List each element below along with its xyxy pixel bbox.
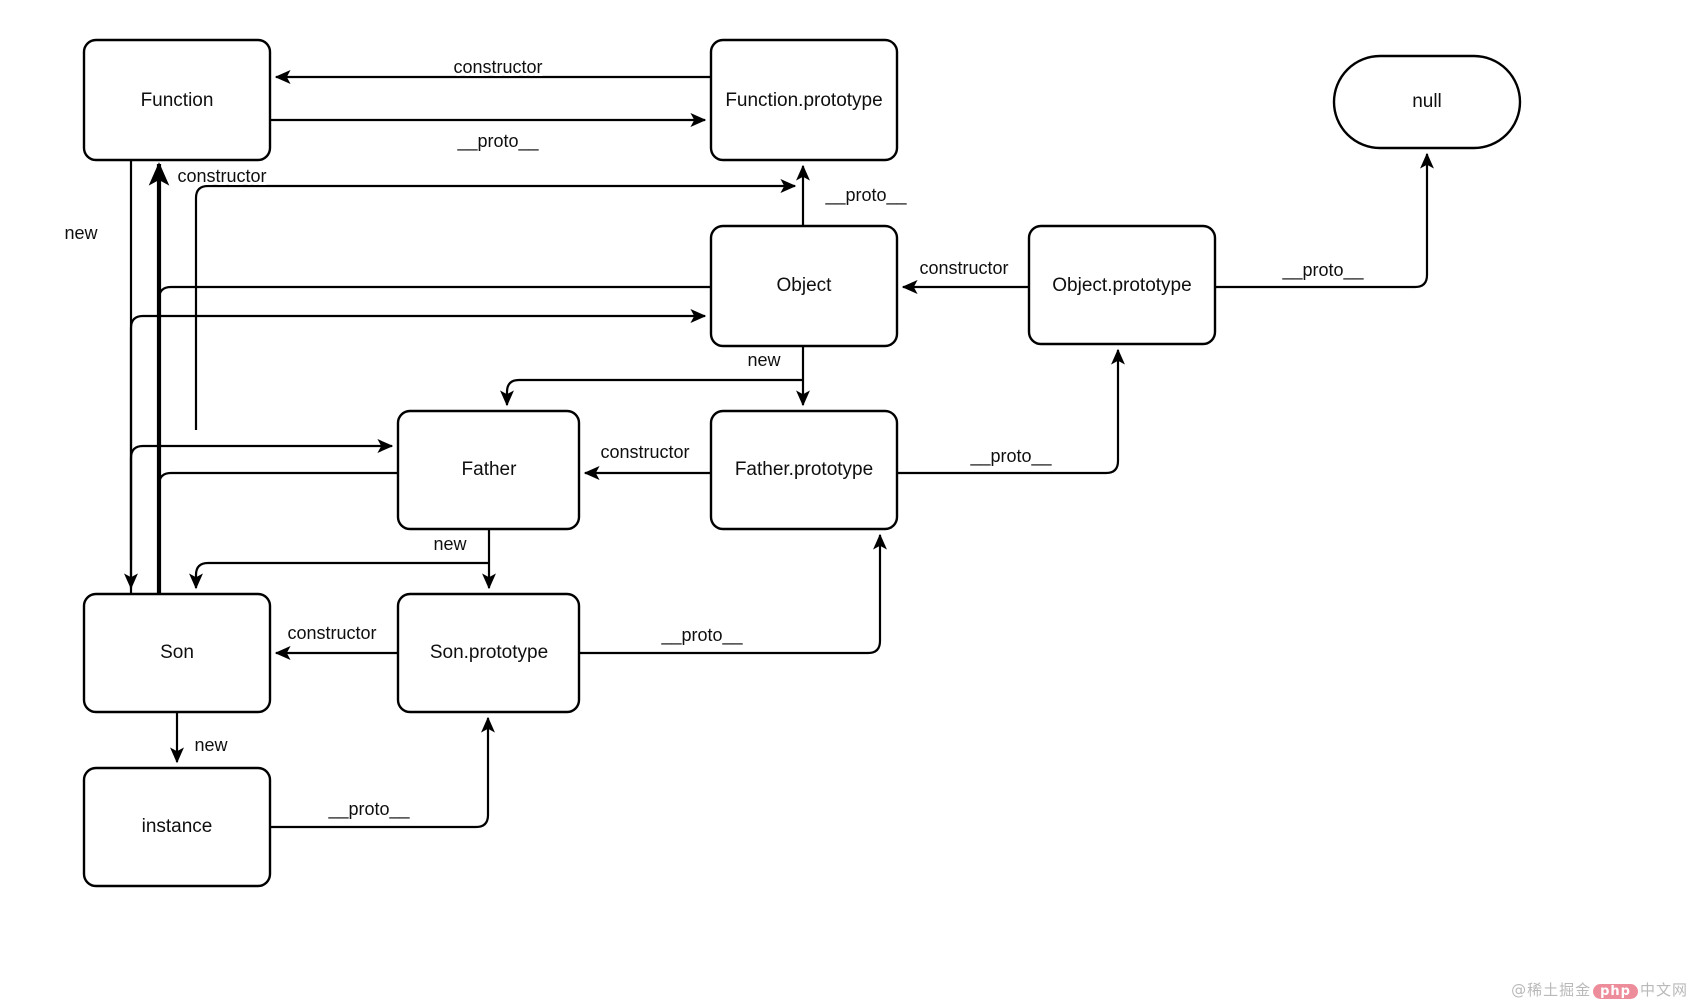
edge-label-proto-fn-fnproto: __proto__ bbox=[456, 131, 539, 152]
edge-rail-to-father-lower bbox=[157, 471, 398, 560]
edge-label-proto-object-fnproto: __proto__ bbox=[824, 185, 907, 206]
edge-label-constructor-to-function: constructor bbox=[177, 166, 266, 186]
edge-new-father-son bbox=[189, 561, 489, 590]
node-father-prototype-label: Father.prototype bbox=[735, 459, 873, 480]
node-son-prototype-label: Son.prototype bbox=[430, 642, 548, 663]
node-function-label: Function bbox=[141, 90, 214, 111]
watermark-suffix: 中文网 bbox=[1639, 981, 1688, 999]
watermark-php-badge: php bbox=[1593, 984, 1638, 999]
node-son-label: Son bbox=[160, 642, 194, 663]
node-object-prototype-label: Object.prototype bbox=[1052, 275, 1191, 296]
node-instance-label: instance bbox=[142, 816, 213, 837]
node-son[interactable]: Son bbox=[82, 592, 272, 714]
node-object-label: Object bbox=[777, 275, 833, 296]
node-son-prototype[interactable]: Son.prototype bbox=[396, 592, 581, 714]
edge-label-proto-objproto-null: __proto__ bbox=[1281, 260, 1364, 281]
edge-label-new-function-son: new bbox=[64, 223, 98, 243]
edge-label-constructor-objproto-obj: constructor bbox=[919, 258, 1008, 278]
edge-label-proto-sonproto-fatherproto: __proto__ bbox=[660, 625, 743, 646]
node-father-prototype[interactable]: Father.prototype bbox=[709, 409, 899, 531]
watermark-prefix: @稀土掘金 bbox=[1511, 981, 1592, 999]
node-function[interactable]: Function bbox=[82, 38, 272, 162]
node-null[interactable]: null bbox=[1332, 54, 1522, 150]
prototype-chain-diagram: Function Function.prototype null Object … bbox=[61, 38, 1522, 888]
node-father[interactable]: Father bbox=[396, 409, 581, 531]
edge-label-proto-instance-sonproto: __proto__ bbox=[327, 799, 410, 820]
node-instance[interactable]: instance bbox=[82, 766, 272, 888]
node-function-prototype-label: Function.prototype bbox=[725, 90, 882, 111]
node-object-prototype[interactable]: Object.prototype bbox=[1027, 224, 1217, 346]
edge-new-object-father bbox=[500, 378, 803, 407]
edge-label-new-father-sonproto: new bbox=[433, 534, 467, 554]
edge-label-constructor-sonproto-son: constructor bbox=[287, 623, 376, 643]
edge-label-new-object-fatherproto: new bbox=[747, 350, 781, 370]
watermark: @稀土掘金 php 中文网 bbox=[1511, 979, 1688, 1000]
edge-label-proto-fatherproto-objproto: __proto__ bbox=[969, 446, 1052, 467]
edge-label-new-son-instance: new bbox=[194, 735, 228, 755]
node-father-label: Father bbox=[462, 459, 518, 480]
edge-label-constructor-fnproto-fn: constructor bbox=[453, 57, 542, 77]
edge-label-constructor-fatherproto: constructor bbox=[600, 442, 689, 462]
node-function-prototype[interactable]: Function.prototype bbox=[709, 38, 899, 162]
node-object[interactable]: Object bbox=[709, 224, 899, 348]
edge-rail-to-functionprototype-upper bbox=[194, 179, 797, 430]
edge-rail-to-father-upper bbox=[129, 439, 394, 560]
node-null-label: null bbox=[1412, 91, 1442, 112]
diagram-canvas: Function Function.prototype null Object … bbox=[0, 0, 1702, 1008]
